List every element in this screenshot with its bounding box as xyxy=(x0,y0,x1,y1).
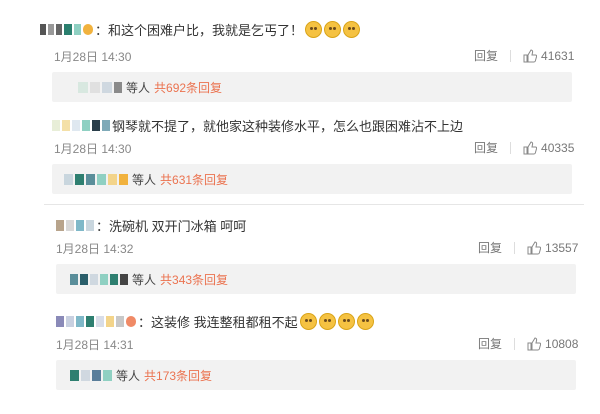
comment-time: 1月28日 14:30 xyxy=(54,142,132,156)
thumbs-up-icon xyxy=(527,240,542,254)
comment-card: ：和这个困难户比，我就是乞丐了！ 1月28日 14:30 回复 41631 等人… xyxy=(40,12,585,104)
view-replies-link[interactable]: 共631条回复 xyxy=(160,171,228,188)
comment-time: 1月28日 14:30 xyxy=(54,50,132,64)
divider xyxy=(510,141,512,154)
blurred-replier-avatars xyxy=(64,173,130,185)
comment-line: ：和这个困难户比，我就是乞丐了！ xyxy=(40,20,361,39)
divider xyxy=(514,337,516,350)
reply-summary-text: 等人 xyxy=(132,172,157,187)
reply-summary-text: 等人 xyxy=(132,272,157,287)
reply-button[interactable]: 回复 xyxy=(474,47,498,64)
comment-actions: 回复 13557 xyxy=(478,239,578,256)
comment-time: 1月28日 14:32 xyxy=(56,242,134,256)
blurred-username[interactable] xyxy=(56,316,138,327)
like-count: 41631 xyxy=(541,48,575,63)
blurred-replier-avatars xyxy=(70,273,130,285)
reply-summary-bar: 等人 共692条回复 xyxy=(52,72,572,102)
comment-line: 钢琴就不提了，就他家这种装修水平，怎么也跟困难沾不上边 xyxy=(40,116,463,135)
comment-actions: 回复 10808 xyxy=(478,335,578,352)
comment-text: ：这装修 我连整租都租不起 xyxy=(138,315,298,330)
crying-laugh-emoji-icon xyxy=(318,313,336,330)
like-count: 40335 xyxy=(541,140,575,155)
reply-summary-bar: 等人 共173条回复 xyxy=(56,360,576,390)
reply-button[interactable]: 回复 xyxy=(478,335,502,352)
blurred-replier-avatars xyxy=(78,81,124,93)
comment-card: ：洗碗机 双开门冰箱 呵呵 1月28日 14:32 回复 13557 等人 共3… xyxy=(44,208,589,300)
divider xyxy=(514,241,516,254)
comment-line: ：这装修 我连整租都租不起 xyxy=(56,312,374,331)
like-button[interactable]: 41631 xyxy=(523,49,574,63)
crying-laugh-emoji-icon xyxy=(324,21,342,38)
reply-summary-text: 等人 xyxy=(126,80,151,95)
like-count: 10808 xyxy=(545,336,579,351)
thumbs-up-icon xyxy=(527,336,542,350)
crying-laugh-emoji-icon xyxy=(299,313,317,330)
comment-actions: 回复 41631 xyxy=(474,47,574,64)
comment-card: ：这装修 我连整租都租不起 1月28日 14:31 回复 10808 等人 共1… xyxy=(44,304,589,406)
section-divider xyxy=(44,204,584,205)
divider xyxy=(510,49,512,62)
like-count: 13557 xyxy=(545,240,579,255)
reply-button[interactable]: 回复 xyxy=(474,139,498,156)
comment-actions: 回复 40335 xyxy=(474,139,574,156)
view-replies-link[interactable]: 共343条回复 xyxy=(160,271,228,288)
comment-text: 钢琴就不提了，就他家这种装修水平，怎么也跟困难沾不上边 xyxy=(112,119,464,134)
like-button[interactable]: 10808 xyxy=(527,337,578,351)
thumbs-up-icon xyxy=(523,48,538,62)
blurred-replier-avatars xyxy=(70,369,114,381)
like-button[interactable]: 40335 xyxy=(523,141,574,155)
reply-summary-bar: 等人 共343条回复 xyxy=(56,264,576,294)
comment-text: ：洗碗机 双开门冰箱 呵呵 xyxy=(96,219,247,234)
reply-summary-bar: 等人 共631条回复 xyxy=(52,164,572,194)
like-button[interactable]: 13557 xyxy=(527,241,578,255)
comment-line: ：洗碗机 双开门冰箱 呵呵 xyxy=(56,216,246,235)
comment-time: 1月28日 14:31 xyxy=(56,338,134,352)
blurred-username[interactable] xyxy=(52,120,112,131)
comment-card: 钢琴就不提了，就他家这种装修水平，怎么也跟困难沾不上边 1月28日 14:30 … xyxy=(40,108,585,200)
view-replies-link[interactable]: 共173条回复 xyxy=(144,367,212,384)
reply-summary-text: 等人 xyxy=(116,368,141,383)
crying-laugh-emoji-icon xyxy=(305,21,323,38)
blurred-username[interactable] xyxy=(40,24,95,35)
crying-laugh-emoji-icon xyxy=(337,313,355,330)
view-replies-link[interactable]: 共692条回复 xyxy=(154,79,222,96)
blurred-username[interactable] xyxy=(56,220,96,231)
crying-laugh-emoji-icon xyxy=(343,21,361,38)
comment-text: ：和这个困难户比，我就是乞丐了！ xyxy=(95,23,304,38)
crying-laugh-emoji-icon xyxy=(356,313,374,330)
thumbs-up-icon xyxy=(523,140,538,154)
reply-button[interactable]: 回复 xyxy=(478,239,502,256)
